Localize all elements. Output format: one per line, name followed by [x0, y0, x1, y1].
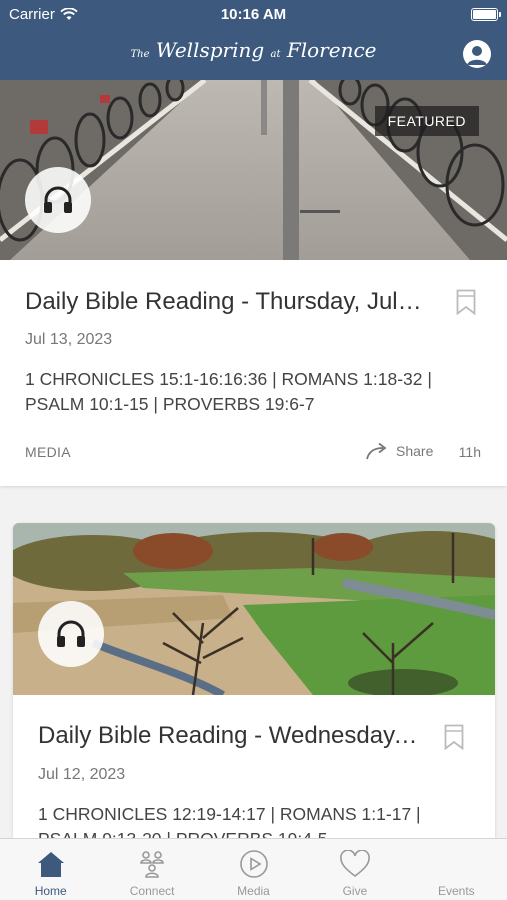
card-title[interactable]: Daily Bible Reading - Thursday, July 13,… — [25, 288, 423, 316]
user-icon — [467, 46, 487, 65]
share-label: Share — [396, 443, 434, 459]
connect-icon — [140, 851, 164, 878]
tab-label: Home — [34, 884, 67, 898]
featured-badge: FEATURED — [374, 106, 479, 136]
card-type: MEDIA — [25, 444, 71, 460]
bookmark-button[interactable] — [456, 289, 476, 316]
status-bar: Carrier 10:16 AM — [0, 4, 507, 26]
tab-give[interactable]: Give — [304, 839, 405, 900]
app-logo: The Wellspring at Florence — [130, 38, 377, 62]
status-time: 10:16 AM — [220, 6, 287, 23]
headphones-icon — [44, 186, 72, 213]
play-icon — [239, 850, 268, 878]
feed-card[interactable]: Daily Bible Reading - Wednesday, July 12… — [13, 523, 495, 838]
bookmark-icon — [456, 289, 476, 316]
tab-bar: Home Connect Media Give Events — [0, 838, 507, 900]
card-date: Jul 13, 2023 — [25, 331, 113, 348]
audio-badge[interactable] — [25, 167, 91, 233]
tab-label: Events — [437, 884, 475, 898]
app-header: Carrier 10:16 AM The Wellspring at Flore… — [0, 0, 507, 80]
tab-events[interactable]: Events — [406, 839, 507, 900]
battery-icon — [471, 8, 501, 21]
audio-badge[interactable] — [38, 601, 104, 667]
calendar-icon — [439, 847, 473, 881]
tab-connect[interactable]: Connect — [101, 839, 202, 900]
tab-label: Media — [237, 884, 270, 898]
card-age: 11h — [458, 444, 481, 460]
tab-media[interactable]: Media — [203, 839, 304, 900]
tab-home[interactable]: Home — [0, 839, 101, 900]
heart-icon — [340, 850, 370, 877]
home-icon — [37, 852, 64, 877]
tab-label: Give — [342, 884, 368, 898]
card-title[interactable]: Daily Bible Reading - Wednesday, July 12… — [38, 722, 418, 750]
headphones-icon — [57, 620, 85, 647]
card-image — [13, 523, 495, 695]
card-date: Jul 12, 2023 — [38, 766, 126, 783]
card-description: 1 CHRONICLES 12:19-14:17 | ROMANS 1:1-17… — [38, 804, 421, 838]
card-description: 1 CHRONICLES 15:1-16:16:36 | ROMANS 1:18… — [25, 369, 432, 414]
share-icon — [366, 442, 387, 460]
card-image: FEATURED — [0, 80, 507, 260]
share-button[interactable]: Share — [366, 442, 433, 460]
content-feed[interactable]: FEATURED Daily Bible Reading - Thursday,… — [0, 80, 507, 838]
feed-card[interactable]: FEATURED Daily Bible Reading - Thursday,… — [0, 80, 507, 486]
profile-button[interactable] — [463, 40, 491, 68]
bookmark-icon — [444, 724, 464, 751]
tab-label: Connect — [129, 884, 175, 898]
bookmark-button[interactable] — [444, 724, 464, 751]
